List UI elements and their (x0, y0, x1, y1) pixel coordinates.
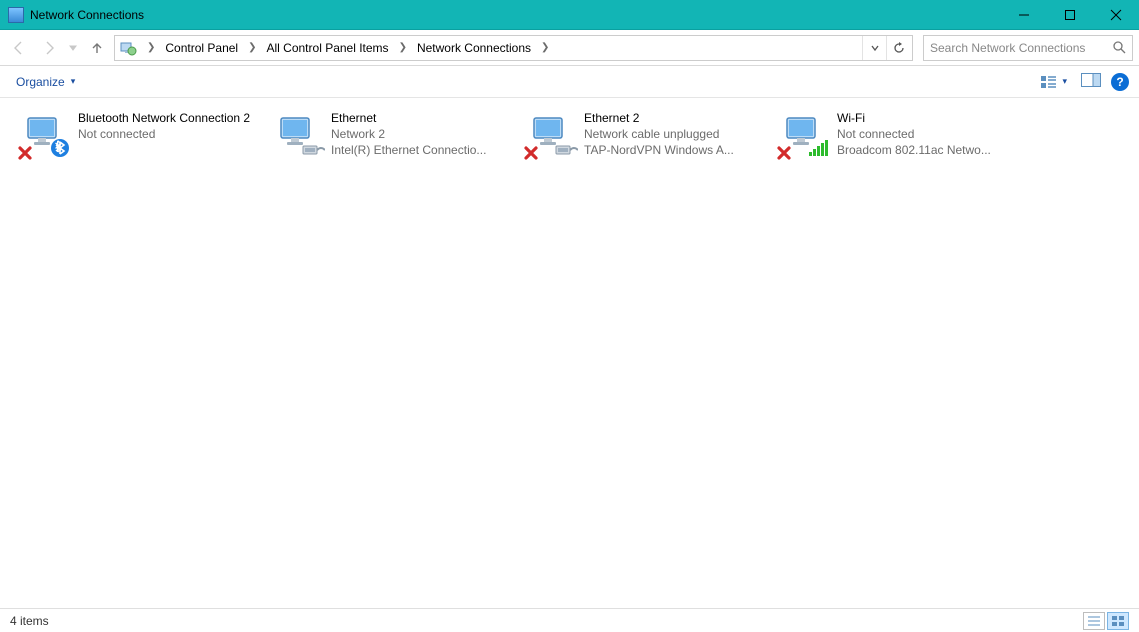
connection-status: Network cable unplugged (584, 126, 769, 142)
connection-name: Ethernet (331, 110, 516, 126)
location-icon (119, 39, 137, 57)
breadcrumb-item[interactable]: Control Panel (161, 37, 242, 59)
details-view-button[interactable] (1083, 612, 1105, 630)
connection-item[interactable]: Ethernet 2Network cable unpluggedTAP-Nor… (522, 106, 775, 162)
breadcrumb[interactable]: ❯ Control Panel ❯ All Control Panel Item… (114, 35, 913, 61)
minimize-button[interactable] (1001, 0, 1047, 30)
connection-text: Wi-FiNot connectedBroadcom 802.11ac Netw… (837, 110, 1022, 158)
connection-text: EthernetNetwork 2Intel(R) Ethernet Conne… (331, 110, 516, 158)
search-box[interactable] (923, 35, 1133, 61)
app-icon (8, 7, 24, 23)
breadcrumb-item[interactable]: Network Connections (413, 37, 535, 59)
preview-pane-button[interactable] (1081, 73, 1101, 90)
window-title: Network Connections (30, 8, 144, 22)
refresh-button[interactable] (886, 36, 910, 60)
disconnected-x-icon (777, 146, 791, 160)
chevron-right-icon[interactable]: ❯ (141, 42, 161, 53)
status-bar: 4 items (0, 608, 1139, 632)
disconnected-x-icon (524, 146, 538, 160)
connection-name: Wi-Fi (837, 110, 1022, 126)
connection-device: TAP-NordVPN Windows A... (584, 142, 769, 158)
help-button[interactable]: ? (1111, 73, 1129, 91)
recent-locations-drop[interactable] (66, 44, 80, 52)
address-bar: ❯ Control Panel ❯ All Control Panel Item… (0, 30, 1139, 66)
command-bar: Organize ▾ ▾ ? (0, 66, 1139, 98)
search-input[interactable] (930, 41, 1126, 55)
network-adapter-icon (275, 110, 323, 158)
connection-device: Broadcom 802.11ac Netwo... (837, 142, 1022, 158)
window-controls (1001, 0, 1139, 29)
search-icon (1112, 40, 1126, 57)
network-adapter-icon (528, 110, 576, 158)
address-drop-button[interactable] (862, 36, 886, 60)
connection-device: Intel(R) Ethernet Connectio... (331, 142, 516, 158)
network-adapter-icon (22, 110, 70, 158)
up-button[interactable] (84, 35, 110, 61)
connection-status: Not connected (78, 126, 263, 142)
chevron-right-icon[interactable]: ❯ (535, 42, 555, 53)
large-icons-view-button[interactable] (1107, 612, 1129, 630)
organize-label: Organize (16, 75, 65, 89)
breadcrumb-item[interactable]: All Control Panel Items (263, 37, 393, 59)
connections-list: Bluetooth Network Connection 2Not connec… (16, 106, 1123, 162)
organize-button[interactable]: Organize ▾ (10, 71, 81, 93)
disconnected-x-icon (18, 146, 32, 160)
chevron-down-icon: ▾ (71, 76, 76, 87)
view-options-button[interactable]: ▾ (1036, 73, 1071, 91)
connection-text: Bluetooth Network Connection 2Not connec… (78, 110, 263, 158)
content-area: Bluetooth Network Connection 2Not connec… (0, 98, 1139, 608)
back-button[interactable] (6, 35, 32, 61)
titlebar: Network Connections (0, 0, 1139, 30)
connection-name: Ethernet 2 (584, 110, 769, 126)
chevron-down-icon: ▾ (1062, 76, 1067, 87)
connection-text: Ethernet 2Network cable unpluggedTAP-Nor… (584, 110, 769, 158)
connection-status: Network 2 (331, 126, 516, 142)
chevron-right-icon[interactable]: ❯ (242, 42, 262, 53)
status-item-count: 4 items (10, 614, 49, 628)
chevron-right-icon[interactable]: ❯ (393, 42, 413, 53)
network-adapter-icon (781, 110, 829, 158)
connection-item[interactable]: Bluetooth Network Connection 2Not connec… (16, 106, 269, 162)
maximize-button[interactable] (1047, 0, 1093, 30)
connection-status: Not connected (837, 126, 1022, 142)
connection-item[interactable]: EthernetNetwork 2Intel(R) Ethernet Conne… (269, 106, 522, 162)
connection-item[interactable]: Wi-FiNot connectedBroadcom 802.11ac Netw… (775, 106, 1028, 162)
connection-name: Bluetooth Network Connection 2 (78, 110, 263, 126)
close-button[interactable] (1093, 0, 1139, 30)
forward-button[interactable] (36, 35, 62, 61)
